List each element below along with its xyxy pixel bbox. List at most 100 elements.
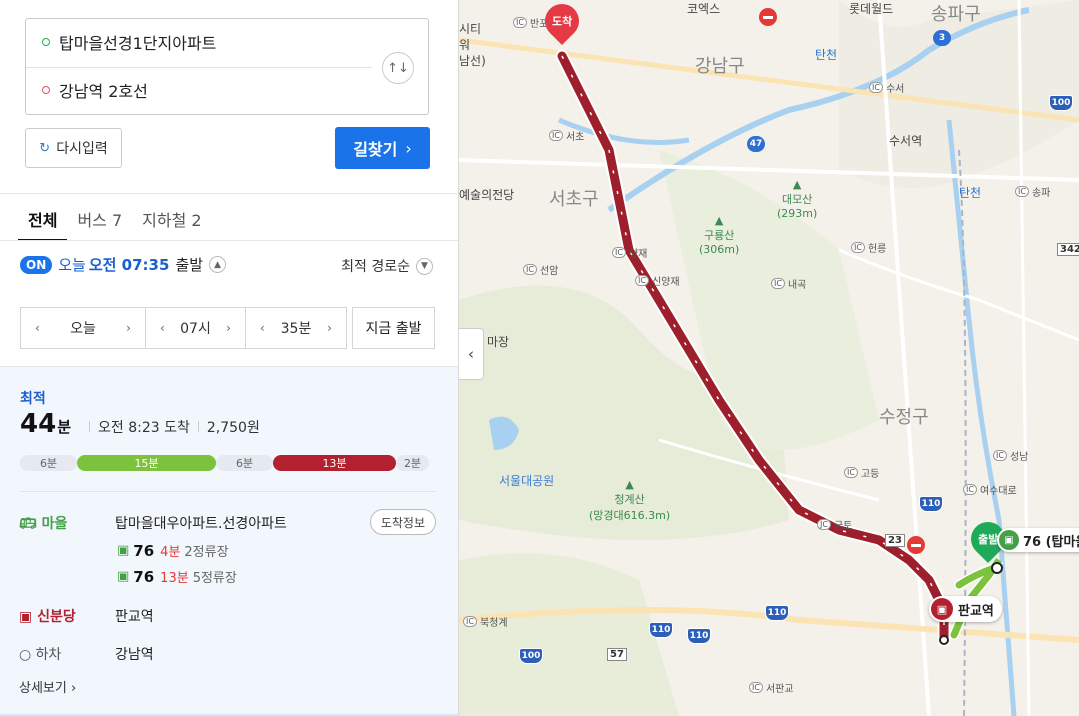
no-entry-icon xyxy=(759,8,777,26)
mountain-label: ▲ 구룡산 (306m) xyxy=(699,214,739,256)
place-label: 수서역 xyxy=(889,134,923,148)
leg-title: 신분당 xyxy=(37,609,76,625)
route-number-label: 342 xyxy=(1057,243,1079,256)
chevron-right-icon[interactable]: › xyxy=(126,321,131,335)
ic-label: IC 여수대로 xyxy=(963,482,1017,497)
duration-number: 44 xyxy=(20,409,57,439)
chevron-left-icon[interactable]: ‹ xyxy=(260,321,265,335)
chevron-down-icon: ▼ xyxy=(416,257,433,275)
chevron-right-icon[interactable]: › xyxy=(327,321,332,335)
place-label: 시티 xyxy=(459,22,482,36)
detail-link[interactable]: 상세보기 › xyxy=(19,677,76,696)
on-badge[interactable]: ON xyxy=(20,255,53,274)
tab-bus[interactable]: 버스 7 xyxy=(67,199,132,241)
departure-suffix: 출발 xyxy=(175,256,204,274)
subway-icon: ▣ xyxy=(931,598,953,620)
route-card[interactable]: 최적 44 분 오전 8:23 도착 2,750원 6분 15분 6분 13분 2분 🚌︎… xyxy=(0,367,458,716)
chevron-left-icon[interactable]: ‹ xyxy=(35,321,40,335)
divider xyxy=(0,193,458,194)
departure-time-toggle[interactable]: ON 오늘 오전 07:35 출발 ▲ xyxy=(20,254,227,275)
destination-text: 강남역 2호선 xyxy=(59,82,148,101)
mountain-height: (망경대616.3m) xyxy=(589,509,671,522)
route-shield-icon: 47 xyxy=(747,136,765,152)
leg-title: 마을 xyxy=(41,516,68,532)
place-label: 예술의전당 xyxy=(459,188,515,202)
bus-flag[interactable]: ▣ 76 (탑마을 xyxy=(997,528,1079,552)
place-label: 남선) xyxy=(459,54,486,68)
district-label: 수정구 xyxy=(879,407,929,428)
mountain-name: 청계산 xyxy=(614,493,645,506)
reset-label: 다시입력 xyxy=(56,141,108,157)
reset-button[interactable]: ↻ 다시입력 xyxy=(25,128,122,168)
map-view[interactable]: 강남구 서초구 수정구 송파구 코엑스 롯데월드 탄천 수서역 예술의전당 서울… xyxy=(459,0,1079,716)
ic-label: IC 송파 xyxy=(1015,184,1050,199)
sort-dropdown[interactable]: 최적 경로순 ▼ xyxy=(341,256,433,276)
find-route-button[interactable]: 길찾기 › xyxy=(335,127,430,169)
leg-stop: 강남역 xyxy=(115,647,154,663)
tab-subway[interactable]: 지하철 2 xyxy=(132,199,211,241)
segment-metro-bus: 13분 xyxy=(273,455,396,471)
duration-unit: 분 xyxy=(57,418,71,436)
highway-shield-icon: 110 xyxy=(765,605,789,621)
time-selector: ‹ 오늘 › ‹ 07시 › ‹ 35분 › 지금 출발 xyxy=(20,307,435,349)
station-label: 판교역 xyxy=(958,603,994,619)
destination-pin[interactable]: 도착 xyxy=(537,0,587,46)
search-box: 탑마을선경1단지아파트 강남역 2호선 ↑↓ xyxy=(25,18,429,115)
hour-value: 07시 xyxy=(180,321,211,337)
find-label: 길찾기 xyxy=(353,140,398,159)
origin-pin-label: 출발 xyxy=(977,533,999,546)
highway-shield-icon: 100 xyxy=(1049,95,1073,111)
chevron-right-icon[interactable]: › xyxy=(226,321,231,335)
fare: 2,750원 xyxy=(206,420,260,436)
hour-selector[interactable]: ‹ 07시 › xyxy=(146,307,246,349)
collapse-panel-button[interactable]: ‹ xyxy=(459,328,484,380)
chevron-left-icon[interactable]: ‹ xyxy=(160,321,165,335)
chevron-right-icon: › xyxy=(405,138,412,158)
mountain-label: ▲ 대모산 (293m) xyxy=(777,178,817,220)
refresh-icon: ↻ xyxy=(39,140,51,156)
leg-stop: 탑마을대우아파트.선경아파트 xyxy=(115,516,287,532)
chevron-up-icon[interactable]: ▲ xyxy=(209,256,227,273)
day-selector[interactable]: ‹ 오늘 › xyxy=(20,307,146,349)
arrival-time: 오전 8:23 도착 xyxy=(98,420,190,436)
day-value: 오늘 xyxy=(70,321,96,337)
no-entry-icon xyxy=(907,536,925,554)
bus-icon: ▣ xyxy=(117,569,130,584)
destination-pin-label: 도착 xyxy=(551,14,573,28)
ic-label: IC 양재 xyxy=(612,245,647,260)
swap-vertical-icon[interactable]: ↑↓ xyxy=(382,52,414,84)
route-summary: 44 분 오전 8:23 도착 2,750원 xyxy=(20,409,260,439)
arrival-info-button[interactable]: 도착정보 xyxy=(369,509,436,535)
legs-divider xyxy=(20,491,436,492)
segment-village-bus: 15분 xyxy=(77,455,216,471)
place-label: 롯데월드 xyxy=(849,2,894,16)
ic-label: JC 금토 xyxy=(817,517,852,532)
mountain-icon: ▲ xyxy=(792,178,802,191)
leg-village-bus: 🚌︎ 마을 xyxy=(19,513,67,533)
leg-subway: ▣ 신분당 xyxy=(19,606,76,626)
origin-dot-icon xyxy=(42,38,50,46)
bus-minutes: 4분 xyxy=(160,545,181,560)
place-label: 탄천 xyxy=(959,186,982,200)
mountain-name: 대모산 xyxy=(781,193,813,206)
destination-field[interactable]: 강남역 2호선 xyxy=(42,70,368,110)
ic-label: IC 서판교 xyxy=(749,680,794,695)
bus-stops: 5정류장 xyxy=(192,571,237,586)
tab-all[interactable]: 전체 xyxy=(18,199,68,241)
depart-now-button[interactable]: 지금 출발 xyxy=(352,307,435,349)
station-marker[interactable]: ▣ 판교역 xyxy=(929,596,1002,622)
chevron-left-icon: ‹ xyxy=(468,345,474,363)
exit-circle-icon: ○ xyxy=(19,647,32,663)
highway-shield-icon: 110 xyxy=(919,496,943,512)
minute-selector[interactable]: ‹ 35분 › xyxy=(246,307,347,349)
mode-tabs: 전체 버스 7 지하철 2 xyxy=(18,199,212,241)
mountain-height: (306m) xyxy=(699,243,740,256)
ic-label: IC 반포 xyxy=(513,15,548,30)
highway-shield-icon: 110 xyxy=(649,622,673,638)
mountain-icon: ▲ xyxy=(625,478,634,491)
departure-day: 오늘 xyxy=(58,256,86,274)
origin-field[interactable]: 탑마을선경1단지아파트 xyxy=(42,22,368,62)
ic-label: IC 성남 xyxy=(993,448,1028,463)
bus-number: 76 xyxy=(133,541,155,560)
bus-icon: ▣ xyxy=(117,543,130,558)
